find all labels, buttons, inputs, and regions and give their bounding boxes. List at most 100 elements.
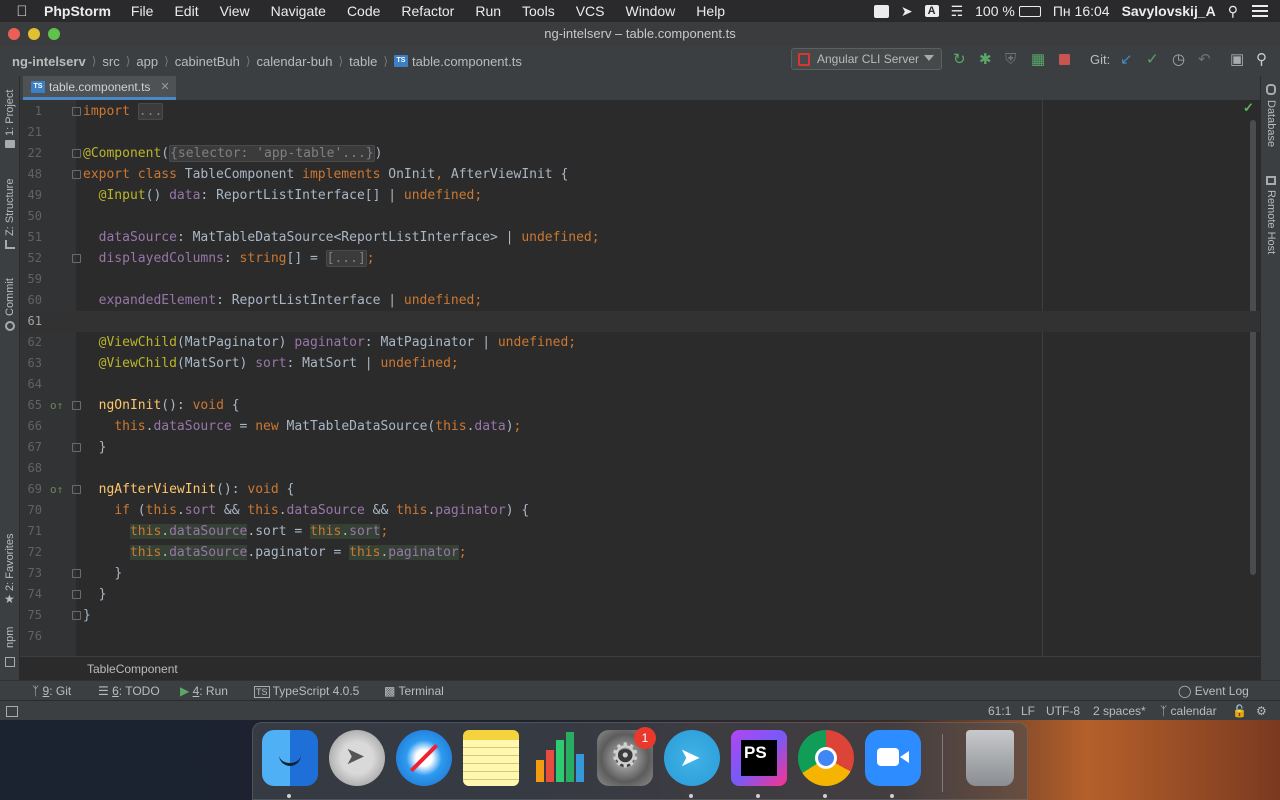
menu-tools[interactable]: Tools [522,3,555,19]
dock-telegram-icon[interactable]: ➤ [664,730,720,786]
battery-percent[interactable]: 100 % [975,3,1015,19]
tool-tab-commit[interactable]: Commit [4,278,16,316]
git-rollback-icon[interactable]: ↶ [1198,52,1211,68]
menu-refactor[interactable]: Refactor [401,3,454,19]
fold-marker-icon[interactable] [72,611,81,620]
fold-marker-icon[interactable] [72,569,81,578]
menu-vcs[interactable]: VCS [576,3,605,19]
menu-help[interactable]: Help [696,3,725,19]
dock-trash-icon[interactable] [966,730,1014,786]
dock-finder-icon[interactable] [262,730,318,786]
code-line: 71 this.dataSource.sort = this.sort; [20,521,1260,542]
fold-marker-icon[interactable] [72,254,81,263]
dock-launchpad-icon[interactable]: ➤ [329,730,385,786]
spotlight-search-icon[interactable]: ⚲ [1228,3,1238,20]
breadcrumb-app[interactable]: app [136,54,158,69]
code-breadcrumb-class[interactable]: TableComponent [87,662,178,676]
event-log-button[interactable]: ◯ Event Log [1178,684,1249,698]
tool-run[interactable]: ▶ 4: Run [180,684,228,698]
tool-tab-npm[interactable]: npm [4,627,16,648]
tool-tab-remote-host[interactable]: Remote Host [1265,190,1277,254]
code-text: expandedElement: ReportListInterface | u… [98,293,483,308]
code-line: 67 } [20,437,1260,458]
dock-chrome-icon[interactable] [798,730,854,786]
zoom-status-icon[interactable] [873,4,889,18]
apple-menu-icon[interactable]:  [0,3,44,20]
fold-marker-icon[interactable] [72,107,81,116]
indent-setting[interactable]: 2 spaces* [1093,704,1146,718]
clock[interactable]: Пн 16:04 [1053,3,1110,19]
lock-icon[interactable]: 🔓 [1232,704,1247,718]
tool-tab-favorites[interactable]: 2: Favorites [4,534,16,591]
breadcrumb-file[interactable]: table.component.ts [412,54,522,69]
telegram-status-icon[interactable]: ➤ [901,3,913,20]
git-history-icon[interactable]: ◷ [1172,52,1185,68]
tool-tab-database[interactable]: Database [1265,100,1277,147]
code-line: 74 } [20,584,1260,605]
git-update-icon[interactable]: ↙ [1120,52,1133,68]
zoom-window-button[interactable] [48,28,60,40]
menu-code[interactable]: Code [347,3,380,19]
tool-tab-project[interactable]: 1: Project [4,90,16,136]
breadcrumb-src[interactable]: src [102,54,119,69]
breadcrumb-table[interactable]: table [349,54,377,69]
close-window-button[interactable] [8,28,20,40]
debug-bug-icon[interactable]: ✱ [979,52,992,68]
tool-git[interactable]: ᛉ 9: Git [32,684,71,698]
file-encoding[interactable]: UTF-8 [1046,704,1080,718]
fold-marker-icon[interactable] [72,485,81,494]
fold-marker-icon[interactable] [72,443,81,452]
menu-run[interactable]: Run [475,3,501,19]
menu-window[interactable]: Window [626,3,676,19]
fold-marker-icon[interactable] [72,401,81,410]
battery-icon[interactable] [1018,5,1041,17]
dock-zoom-icon[interactable] [865,730,921,786]
implements-method-icon[interactable]: o↑ [50,479,63,500]
dock-numbers-icon[interactable] [530,730,586,786]
code-line: 48 export class TableComponent implements… [20,164,1260,185]
profile-icon[interactable]: ▦ [1031,52,1045,68]
menu-file[interactable]: File [131,3,154,19]
event-settings-icon[interactable]: ⚙ [1256,704,1267,718]
implements-method-icon[interactable]: o↑ [50,395,63,416]
input-source-icon[interactable]: A [924,5,939,17]
fold-marker-icon[interactable] [72,149,81,158]
rerun-icon[interactable]: ↻ [953,52,966,68]
toggle-tool-windows-icon[interactable] [6,706,18,717]
presentation-mode-icon[interactable]: ▣ [1230,52,1244,68]
run-configuration-select[interactable]: Angular CLI Server [791,48,942,70]
breadcrumb-calendar-buh[interactable]: calendar-buh [257,54,333,69]
caret-position[interactable]: 61:1 [988,704,1011,718]
dock-safari-icon[interactable] [396,730,452,786]
app-menu-phpstorm[interactable]: PhpStorm [44,3,111,19]
minimize-window-button[interactable] [28,28,40,40]
dock-notes-icon[interactable] [463,730,519,786]
code-editor[interactable]: ✓ 1 import ... 21 22 @Component({selector:… [20,100,1260,656]
tool-todo[interactable]: ☰ 6: TODO [98,684,160,698]
stop-icon[interactable] [1059,54,1070,65]
wifi-icon[interactable]: ☴ [951,3,964,20]
menu-navigate[interactable]: Navigate [271,3,326,19]
fold-marker-icon[interactable] [72,590,81,599]
tool-typescript[interactable]: TS TypeScript 4.0.5 [254,684,359,698]
breadcrumb-cabinetbuh[interactable]: cabinetBuh [175,54,240,69]
tab-table-component[interactable]: TS table.component.ts ✕ [23,76,176,100]
dock-phpstorm-icon[interactable]: PS [731,730,787,786]
fold-marker-icon[interactable] [72,170,81,179]
chevron-down-icon [924,55,934,61]
git-branch-widget[interactable]: ᛉ calendar [1160,704,1217,718]
search-everywhere-icon[interactable]: ⚲ [1256,52,1267,68]
tool-terminal[interactable]: ▩ Terminal [384,684,444,698]
camera-lens-icon [900,751,909,763]
git-commit-icon[interactable]: ✓ [1146,52,1159,68]
user-name[interactable]: Savylovskij_A [1122,3,1216,19]
line-separator[interactable]: LF [1021,704,1035,718]
breadcrumb-project[interactable]: ng-intelserv [12,54,86,69]
menu-edit[interactable]: Edit [174,3,198,19]
tool-tab-structure[interactable]: Z: Structure [4,179,16,236]
coverage-icon[interactable]: ⛨ [1005,52,1016,68]
notification-center-icon[interactable] [1252,5,1268,17]
menu-view[interactable]: View [220,3,250,19]
close-tab-icon[interactable]: ✕ [160,80,169,93]
code-text: @ViewChild(MatPaginator) paginator: MatP… [98,335,577,350]
